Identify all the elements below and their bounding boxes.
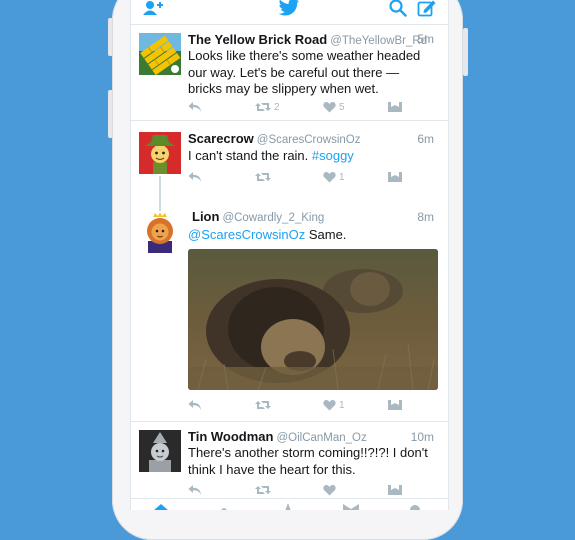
retweet-count: 2 [274, 101, 280, 113]
retweet-icon [255, 103, 271, 111]
bottom-tab-bar [131, 498, 448, 510]
tweet-item[interactable]: The Yellow Brick Road @TheYellowBr_Rd 5m … [131, 24, 448, 120]
add-user-icon[interactable] [142, 0, 164, 18]
retweet-button[interactable] [255, 398, 274, 412]
compose-icon[interactable] [417, 0, 437, 18]
tweet-text: Looks like there's some weather headed o… [188, 48, 421, 96]
like-button[interactable]: 1 [323, 398, 345, 412]
author-handle[interactable]: @ScaresCrowsinOz [257, 134, 361, 146]
tweet-text-body: Same. [305, 227, 347, 242]
retweet-button[interactable] [255, 483, 274, 497]
heart-icon [323, 400, 336, 411]
retweet-icon [255, 486, 271, 494]
like-button[interactable]: 5 [323, 100, 345, 114]
reply-icon [188, 102, 201, 112]
avatar-yellow-brick-road[interactable] [139, 33, 181, 75]
author-name[interactable]: Tin Woodman [188, 429, 273, 444]
tweet-item[interactable]: Scarecrow @ScaresCrowsinOz 6m I can't sta… [131, 121, 448, 199]
retweet-button[interactable]: 2 [255, 100, 280, 114]
reply-icon [188, 485, 201, 495]
tweet-item[interactable]: Tin Woodman @OilCanMan_Oz 10m There's ano… [131, 422, 448, 498]
retweet-button[interactable] [255, 170, 274, 184]
tweet-author[interactable]: The Yellow Brick Road @TheYellowBr_Rd [188, 32, 427, 47]
like-button[interactable] [323, 483, 339, 497]
tweet-time: 8m [417, 210, 434, 224]
like-button[interactable]: 1 [323, 170, 345, 184]
reply-icon [188, 172, 201, 182]
search-icon[interactable] [389, 0, 407, 17]
tweet-text: I can't stand the rain. #soggy [188, 148, 436, 165]
heart-icon [323, 485, 336, 496]
tweet-author[interactable]: Tin Woodman @OilCanMan_Oz [188, 429, 367, 444]
message-icon [388, 172, 402, 182]
hashtag-link[interactable]: #soggy [312, 148, 354, 163]
avatar-tin-woodman[interactable] [139, 430, 181, 472]
message-icon [388, 102, 402, 112]
direct-message-button[interactable] [388, 170, 402, 184]
author-handle[interactable]: @OilCanMan_Oz [276, 432, 366, 444]
avatar-scarecrow[interactable] [139, 132, 181, 174]
tweet-actions: 1 [188, 398, 408, 412]
tweet-actions: 1 [188, 170, 408, 184]
tweet-author[interactable]: Lion @Cowardly_2_King [192, 209, 324, 224]
tweet-time: 6m [417, 132, 434, 146]
author-name[interactable]: Lion [192, 209, 219, 224]
twitter-bird-icon[interactable] [278, 0, 300, 18]
direct-message-button[interactable] [388, 100, 402, 114]
profile-tab-icon[interactable] [409, 504, 421, 510]
tweet-actions: 2 5 [188, 100, 408, 114]
retweet-icon [255, 173, 271, 181]
tweet-author[interactable]: Scarecrow @ScaresCrowsinOz [188, 131, 360, 146]
direct-message-button[interactable] [388, 398, 402, 412]
tweet-media-photo[interactable] [188, 249, 438, 390]
author-handle[interactable]: @Cowardly_2_King [222, 212, 324, 224]
retweet-icon [255, 401, 271, 409]
notifications-tab-icon[interactable] [283, 503, 293, 510]
twitter-screen: The Yellow Brick Road @TheYellowBr_Rd 5m … [130, 0, 449, 510]
author-handle[interactable]: @TheYellowBr_Rd [330, 35, 427, 47]
messages-tab-icon[interactable] [343, 504, 359, 510]
heart-icon [323, 172, 336, 183]
author-name[interactable]: The Yellow Brick Road [188, 32, 327, 47]
message-icon [388, 400, 402, 410]
tweet-text-body: I can't stand the rain. [188, 148, 312, 163]
moments-tab-icon[interactable] [217, 504, 231, 510]
reply-icon [188, 400, 201, 410]
tweet-text: @ScaresCrowsinOz Same. [188, 227, 436, 244]
lion-photo-image [188, 249, 438, 390]
reply-button[interactable] [188, 398, 202, 412]
like-count: 1 [339, 171, 345, 183]
message-icon [388, 485, 402, 495]
tweet-time: 5m [417, 32, 434, 46]
tweet-text: There's another storm coming!!?!?! I don… [188, 445, 428, 477]
heart-icon [323, 102, 336, 113]
author-name[interactable]: Scarecrow [188, 131, 254, 146]
reply-button[interactable] [188, 170, 202, 184]
home-tab-icon[interactable] [153, 504, 169, 510]
direct-message-button[interactable] [388, 483, 402, 497]
tweet-time: 10m [410, 430, 434, 444]
reply-button[interactable] [188, 483, 202, 497]
like-count: 5 [339, 101, 345, 113]
phone-side-button [463, 28, 468, 76]
avatar-lion[interactable] [139, 211, 181, 253]
like-count: 1 [339, 399, 345, 411]
top-navbar [131, 0, 448, 25]
reply-button[interactable] [188, 100, 202, 114]
mention-link[interactable]: @ScaresCrowsinOz [188, 227, 305, 242]
tweet-actions [188, 483, 408, 497]
